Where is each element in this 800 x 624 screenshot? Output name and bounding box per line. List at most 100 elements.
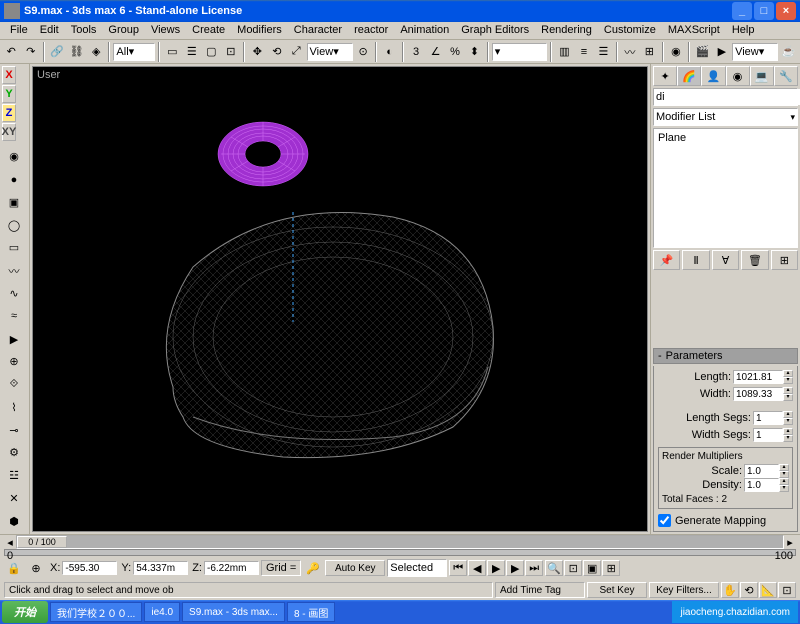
z-input[interactable] [204, 561, 259, 575]
mirror-button[interactable]: ▥ [555, 42, 573, 62]
utilities-tab[interactable]: 🔧 [774, 66, 798, 86]
length-spinner-down[interactable]: ▾ [783, 377, 793, 384]
time-slider-thumb[interactable]: 0 / 100 [17, 536, 67, 548]
make-unique-button[interactable]: ∀ [712, 250, 739, 270]
schematic-view-button[interactable]: ⊞ [640, 42, 658, 62]
layers-button[interactable]: ☰ [594, 42, 612, 62]
tool-water-icon[interactable]: ≈ [2, 305, 26, 327]
modifier-stack[interactable]: Plane [653, 128, 798, 248]
remove-modifier-button[interactable]: 🗑 [741, 250, 768, 270]
time-tag-field[interactable]: Add Time Tag [495, 582, 585, 598]
stack-item[interactable]: Plane [656, 131, 795, 145]
tool-wind-icon[interactable]: ☳ [2, 465, 26, 487]
transform-type-button[interactable]: ⊕ [26, 558, 46, 578]
prev-frame-button[interactable]: ◀ [468, 560, 486, 576]
ref-coord-system[interactable]: View ▾ [307, 43, 353, 61]
unlink-button[interactable]: ⛓ [67, 42, 85, 62]
tool-spring-icon[interactable]: ⌇ [2, 396, 26, 418]
create-tab[interactable]: ✦ [653, 66, 677, 86]
select-by-name-button[interactable]: ☰ [183, 42, 201, 62]
link-button[interactable]: 🔗 [48, 42, 66, 62]
menu-rendering[interactable]: Rendering [535, 22, 598, 39]
object-name-input[interactable] [654, 89, 800, 105]
hierarchy-tab[interactable]: 👤 [701, 66, 725, 86]
set-key-button[interactable]: Set Key [587, 582, 647, 598]
axis-z-button[interactable]: Z [2, 104, 16, 122]
modifier-list-dropdown[interactable]: Modifier List [653, 108, 798, 126]
taskbar-item[interactable]: 8 - 画图 [287, 602, 335, 622]
axis-xy-button[interactable]: XY [2, 123, 16, 141]
manipulate-button[interactable]: ◐ [380, 42, 398, 62]
spinner-snap-button[interactable]: ⬍ [465, 42, 483, 62]
menu-views[interactable]: Views [145, 22, 186, 39]
x-input[interactable] [62, 561, 117, 575]
menu-graph-editors[interactable]: Graph Editors [455, 22, 535, 39]
bind-button[interactable]: ◈ [87, 42, 105, 62]
tool-toy-icon[interactable]: ✕ [2, 487, 26, 509]
axis-y-button[interactable]: Y [2, 85, 16, 103]
pin-stack-button[interactable]: 📌 [653, 250, 680, 270]
goto-end-button[interactable]: ⏭ [525, 560, 543, 576]
menu-group[interactable]: Group [102, 22, 145, 39]
parameters-rollout-header[interactable]: - Parameters [653, 348, 798, 364]
time-slider[interactable]: 0 / 100 [16, 535, 784, 549]
menu-character[interactable]: Character [288, 22, 348, 39]
key-mode-button[interactable]: 🔑 [303, 558, 323, 578]
taskbar-item[interactable]: 我们学校２００... [50, 602, 142, 622]
configure-sets-button[interactable]: ⊞ [771, 250, 798, 270]
scale-button[interactable]: ⤢ [287, 42, 305, 62]
curve-editor-button[interactable]: 〰 [621, 42, 639, 62]
start-button[interactable]: 开始 [2, 601, 48, 623]
menu-create[interactable]: Create [186, 22, 231, 39]
maximize-viewport-button[interactable]: ⊡ [778, 582, 796, 598]
tool-analyze-icon[interactable]: ⊕ [2, 351, 26, 373]
fov-button[interactable]: 📐 [759, 582, 777, 598]
play-button[interactable]: ▶ [487, 560, 505, 576]
tool-rope-icon[interactable]: ∿ [2, 283, 26, 305]
window-crossing-button[interactable]: ⊡ [222, 42, 240, 62]
tool-preview-icon[interactable]: ▶ [2, 328, 26, 350]
angle-snap-button[interactable]: ∠ [426, 42, 444, 62]
pivot-button[interactable]: ⊙ [354, 42, 372, 62]
snap-button[interactable]: 3 [407, 42, 425, 62]
timeline-prev[interactable]: ◂ [4, 535, 16, 549]
material-editor-button[interactable]: ◉ [667, 42, 685, 62]
selection-filter[interactable]: All ▾ [113, 43, 155, 61]
zoom-button[interactable]: 🔍 [545, 560, 563, 576]
close-button[interactable]: × [776, 2, 796, 20]
redo-button[interactable]: ↷ [21, 42, 39, 62]
tool-point-icon[interactable]: ◉ [2, 146, 26, 168]
menu-edit[interactable]: Edit [34, 22, 65, 39]
tool-fracture-icon[interactable]: ⬢ [2, 510, 26, 532]
percent-snap-button[interactable]: % [446, 42, 464, 62]
minimize-button[interactable]: _ [732, 2, 752, 20]
key-filter-dropdown[interactable]: Selected [387, 559, 447, 577]
time-ruler[interactable]: 0 100 [4, 549, 796, 556]
auto-key-button[interactable]: Auto Key [325, 560, 385, 576]
move-button[interactable]: ✥ [248, 42, 266, 62]
menu-tools[interactable]: Tools [65, 22, 103, 39]
density-input[interactable] [744, 478, 779, 492]
taskbar-item[interactable]: S9.max - 3ds max... [182, 602, 285, 622]
zoom-extents-all-button[interactable]: ⊞ [602, 560, 620, 576]
tool-sphere-icon[interactable]: ● [2, 169, 26, 191]
region-button[interactable]: ▢ [202, 42, 220, 62]
object-name-field[interactable] [653, 88, 798, 106]
show-end-result-button[interactable]: Ⅱ [682, 250, 709, 270]
render-button[interactable]: ☕ [779, 42, 797, 62]
quick-render-button[interactable]: ▶ [713, 42, 731, 62]
menu-file[interactable]: File [4, 22, 34, 39]
width-spinner-down[interactable]: ▾ [783, 394, 793, 401]
menu-modifiers[interactable]: Modifiers [231, 22, 288, 39]
next-frame-button[interactable]: ▶ [506, 560, 524, 576]
key-filters-button[interactable]: Key Filters... [649, 582, 719, 598]
width-input[interactable] [733, 387, 783, 401]
width-segs-input[interactable] [753, 428, 783, 442]
align-button[interactable]: ≡ [575, 42, 593, 62]
taskbar-item[interactable]: ie4.0 [144, 602, 180, 622]
rotate-button[interactable]: ⟲ [268, 42, 286, 62]
motion-tab[interactable]: ◉ [726, 66, 750, 86]
pan-button[interactable]: ✋ [721, 582, 739, 598]
tool-cylinder-icon[interactable]: ◯ [2, 214, 26, 236]
select-button[interactable]: ▭ [163, 42, 181, 62]
